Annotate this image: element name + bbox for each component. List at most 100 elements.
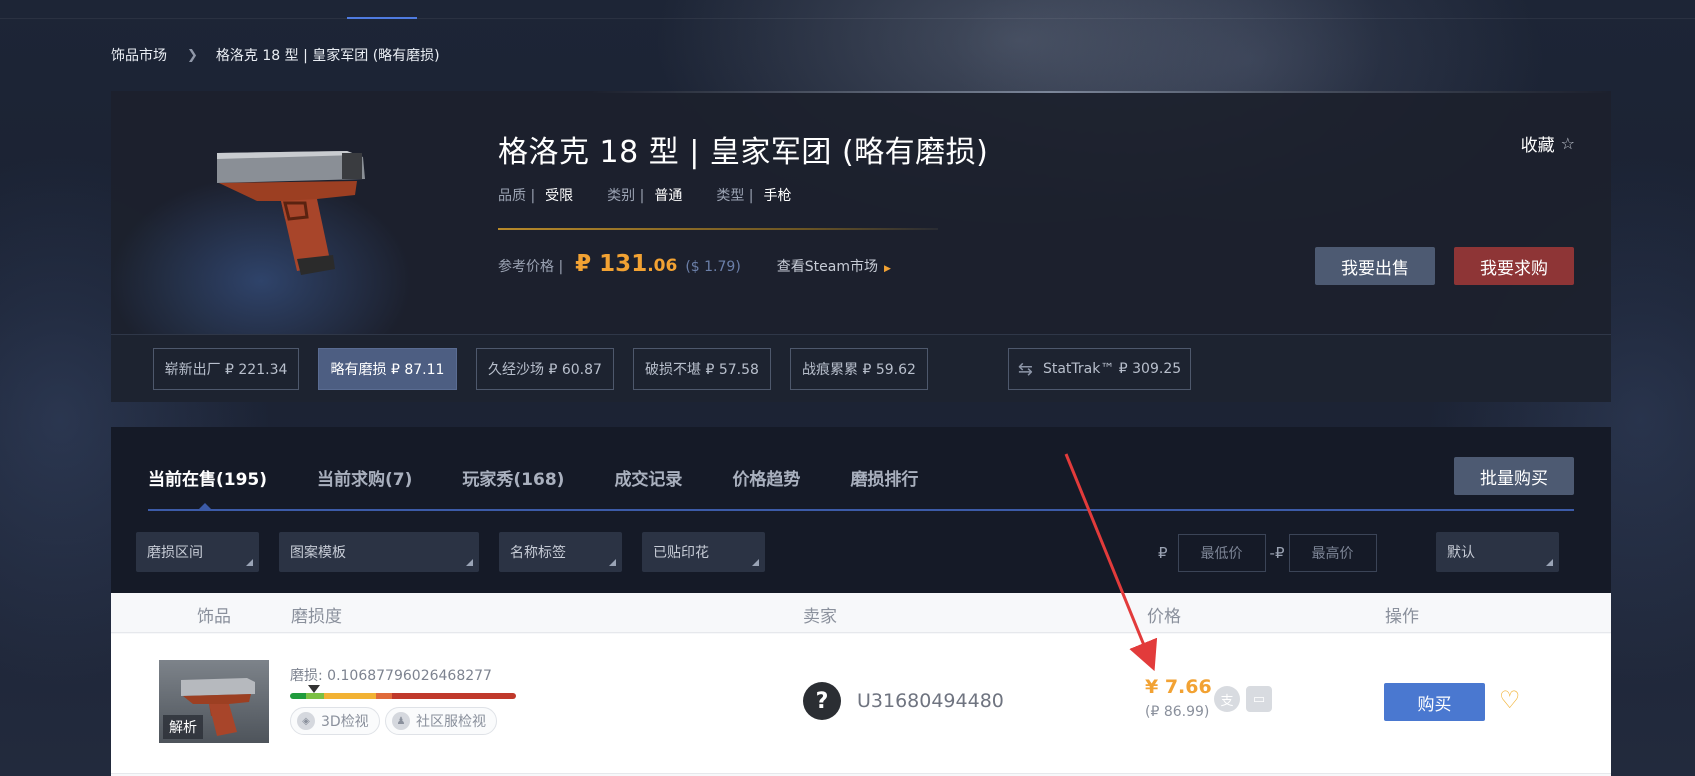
wear-tab-battle-scarred[interactable]: 战痕累累 ₽ 59.62 [790,348,928,390]
wear-value-text: 磨损: 0.10687796026468277 [290,668,492,684]
item-image-area [111,91,471,334]
wear-segment-bs [391,693,516,699]
wear-tab-field-tested[interactable]: 久经沙场 ₽ 60.87 [476,348,614,390]
swap-arrows-icon: ⇆ [1017,358,1033,380]
price-range-filter: ₽ 最低价 -₽ 最高价 [1158,534,1377,572]
chevron-right-icon: ❯ [187,47,198,63]
cube-icon: ◈ [297,712,315,730]
listing-price: ¥ 7.66 [1145,676,1212,698]
dropdown-corner-icon [1546,559,1553,566]
triangle-right-icon: ▶ [884,264,891,274]
favorite-heart-icon[interactable]: ♡ [1499,686,1521,714]
meta-category-key: 类别 | [607,188,645,204]
breadcrumb-current: 格洛克 18 型 | 皇家军团 (略有磨损) [215,48,440,64]
wear-tab-well-worn[interactable]: 破损不堪 ₽ 57.58 [633,348,771,390]
top-nav-line [0,18,1695,19]
ref-price-usd: ($ 1.79) [685,259,741,275]
header-wear: 磨损度 [291,607,342,627]
top-nav-active-indicator [347,17,417,19]
listing-table: 饰品 磨损度 卖家 价格 操作 解析 磨损: 0.106877960264682… [111,593,1611,776]
favorite-label: 收藏 [1520,136,1555,156]
item-card: 格洛克 18 型 | 皇家军团 (略有磨损) 品质 | 受限 类别 | 普通 类… [111,91,1611,402]
breadcrumb-root[interactable]: 饰品市场 [111,45,167,65]
header-item: 饰品 [197,607,231,627]
meta-quality-value: 受限 [545,188,574,204]
dropdown-corner-icon [609,559,616,566]
tab-on-sale[interactable]: 当前在售(195) [148,465,267,490]
batch-buy-button[interactable]: 批量购买 [1454,457,1574,495]
wear-segment-ft [323,693,376,699]
breadcrumb: 饰品市场 ❯ 格洛克 18 型 | 皇家军团 (略有磨损) [111,45,440,65]
ref-price-dec: .06 [647,256,678,276]
table-header: 饰品 磨损度 卖家 价格 操作 [111,593,1611,633]
filter-name-tag-label: 名称标签 [510,545,566,561]
filter-wear-range-label: 磨损区间 [147,545,203,561]
ref-price-int: ₽ 131 [575,251,648,277]
meta-type-key: 类型 | [716,188,754,204]
steam-market-link[interactable]: 查看Steam市场 [777,256,878,276]
currency-symbol: ₽ [1158,544,1168,562]
view-server-button[interactable]: ♟ 社区服检视 [385,707,497,735]
seller-name[interactable]: U31680494480 [857,690,1004,712]
table-row: 解析 磨损: 0.10687796026468277 ◈ 3D检视 ♟ 社区服检… [111,634,1611,774]
filter-name-tag[interactable]: 名称标签 [499,532,622,572]
filter-pattern[interactable]: 图案模板 [279,532,479,572]
wear-segment-mw [305,693,324,699]
ref-price-label: 参考价格 | [498,259,564,275]
wallet-icon: ▭ [1246,686,1272,712]
sort-select-label: 默认 [1447,545,1475,561]
header-price: 价格 [1147,607,1181,627]
meta-quality-key: 品质 | [498,188,536,204]
header-seller: 卖家 [803,607,837,627]
item-title: 格洛克 18 型 | 皇家军团 (略有磨损) [498,135,989,170]
tab-underline [148,509,1574,511]
card-glow [591,91,1611,93]
wear-tab-minimal-wear[interactable]: 略有磨损 ₽ 87.11 [318,348,457,390]
wear-tab-stattrak[interactable]: ⇆ StatTrak™ ₽ 309.25 [1008,348,1191,390]
view-3d-label: 3D检视 [321,714,369,730]
item-meta: 品质 | 受限 类别 | 普通 类型 | 手枪 [498,185,826,205]
tab-player-show[interactable]: 玩家秀(168) [462,465,564,490]
max-price-input[interactable]: 最高价 [1288,534,1377,572]
meta-type-value: 手枪 [763,188,792,204]
wear-segment-ww [375,693,392,699]
seller-avatar[interactable]: ? [803,682,841,720]
person-icon: ♟ [392,712,410,730]
meta-category-value: 普通 [654,188,683,204]
buy-request-button[interactable]: 我要求购 [1454,247,1574,285]
wear-marker-icon [308,685,320,693]
star-icon: ☆ [1560,134,1575,153]
view-3d-button[interactable]: ◈ 3D检视 [290,707,380,735]
dropdown-corner-icon [466,559,473,566]
pistol-image [217,151,365,275]
market-tabs: 当前在售(195) 当前求购(7) 玩家秀(168) 成交记录 价格趋势 磨损排… [148,465,968,490]
reference-price: 参考价格 | ₽ 131 .06 ($ 1.79) 查看Steam市场 ▶ [498,251,891,277]
sell-button[interactable]: 我要出售 [1315,247,1435,285]
view-server-label: 社区服检视 [416,714,486,730]
range-separator: -₽ [1269,544,1285,562]
filter-stickers[interactable]: 已贴印花 [642,532,765,572]
filter-wear-range[interactable]: 磨损区间 [136,532,259,572]
wear-tab-stattrak-label: StatTrak™ ₽ 309.25 [1042,361,1182,377]
header-action: 操作 [1385,607,1419,627]
wear-bar [290,693,516,699]
sort-select[interactable]: 默认 [1436,532,1559,572]
listing-thumbnail[interactable]: 解析 [159,660,269,743]
listing-price-sub: (₽ 86.99) [1145,704,1210,720]
alipay-icon: 支 [1214,686,1240,712]
dropdown-corner-icon [246,559,253,566]
filter-pattern-label: 图案模板 [290,545,346,561]
tab-price-trend[interactable]: 价格趋势 [732,465,800,490]
tab-wear-ranking[interactable]: 磨损排行 [850,465,918,490]
favorite-button[interactable]: 收藏 ☆ [1521,131,1575,156]
tab-buy-orders[interactable]: 当前求购(7) [317,465,412,490]
min-price-input[interactable]: 最低价 [1177,534,1266,572]
tab-trade-history[interactable]: 成交记录 [614,465,682,490]
inspect-label[interactable]: 解析 [163,715,203,739]
wear-segment-fn [290,693,306,699]
wear-tabs: 崭新出厂 ₽ 221.34 略有磨损 ₽ 87.11 久经沙场 ₽ 60.87 … [111,334,1611,402]
wear-tab-factory-new[interactable]: 崭新出厂 ₽ 221.34 [153,348,299,390]
filter-stickers-label: 已贴印花 [653,545,709,561]
buy-button[interactable]: 购买 [1384,683,1485,721]
dropdown-corner-icon [752,559,759,566]
